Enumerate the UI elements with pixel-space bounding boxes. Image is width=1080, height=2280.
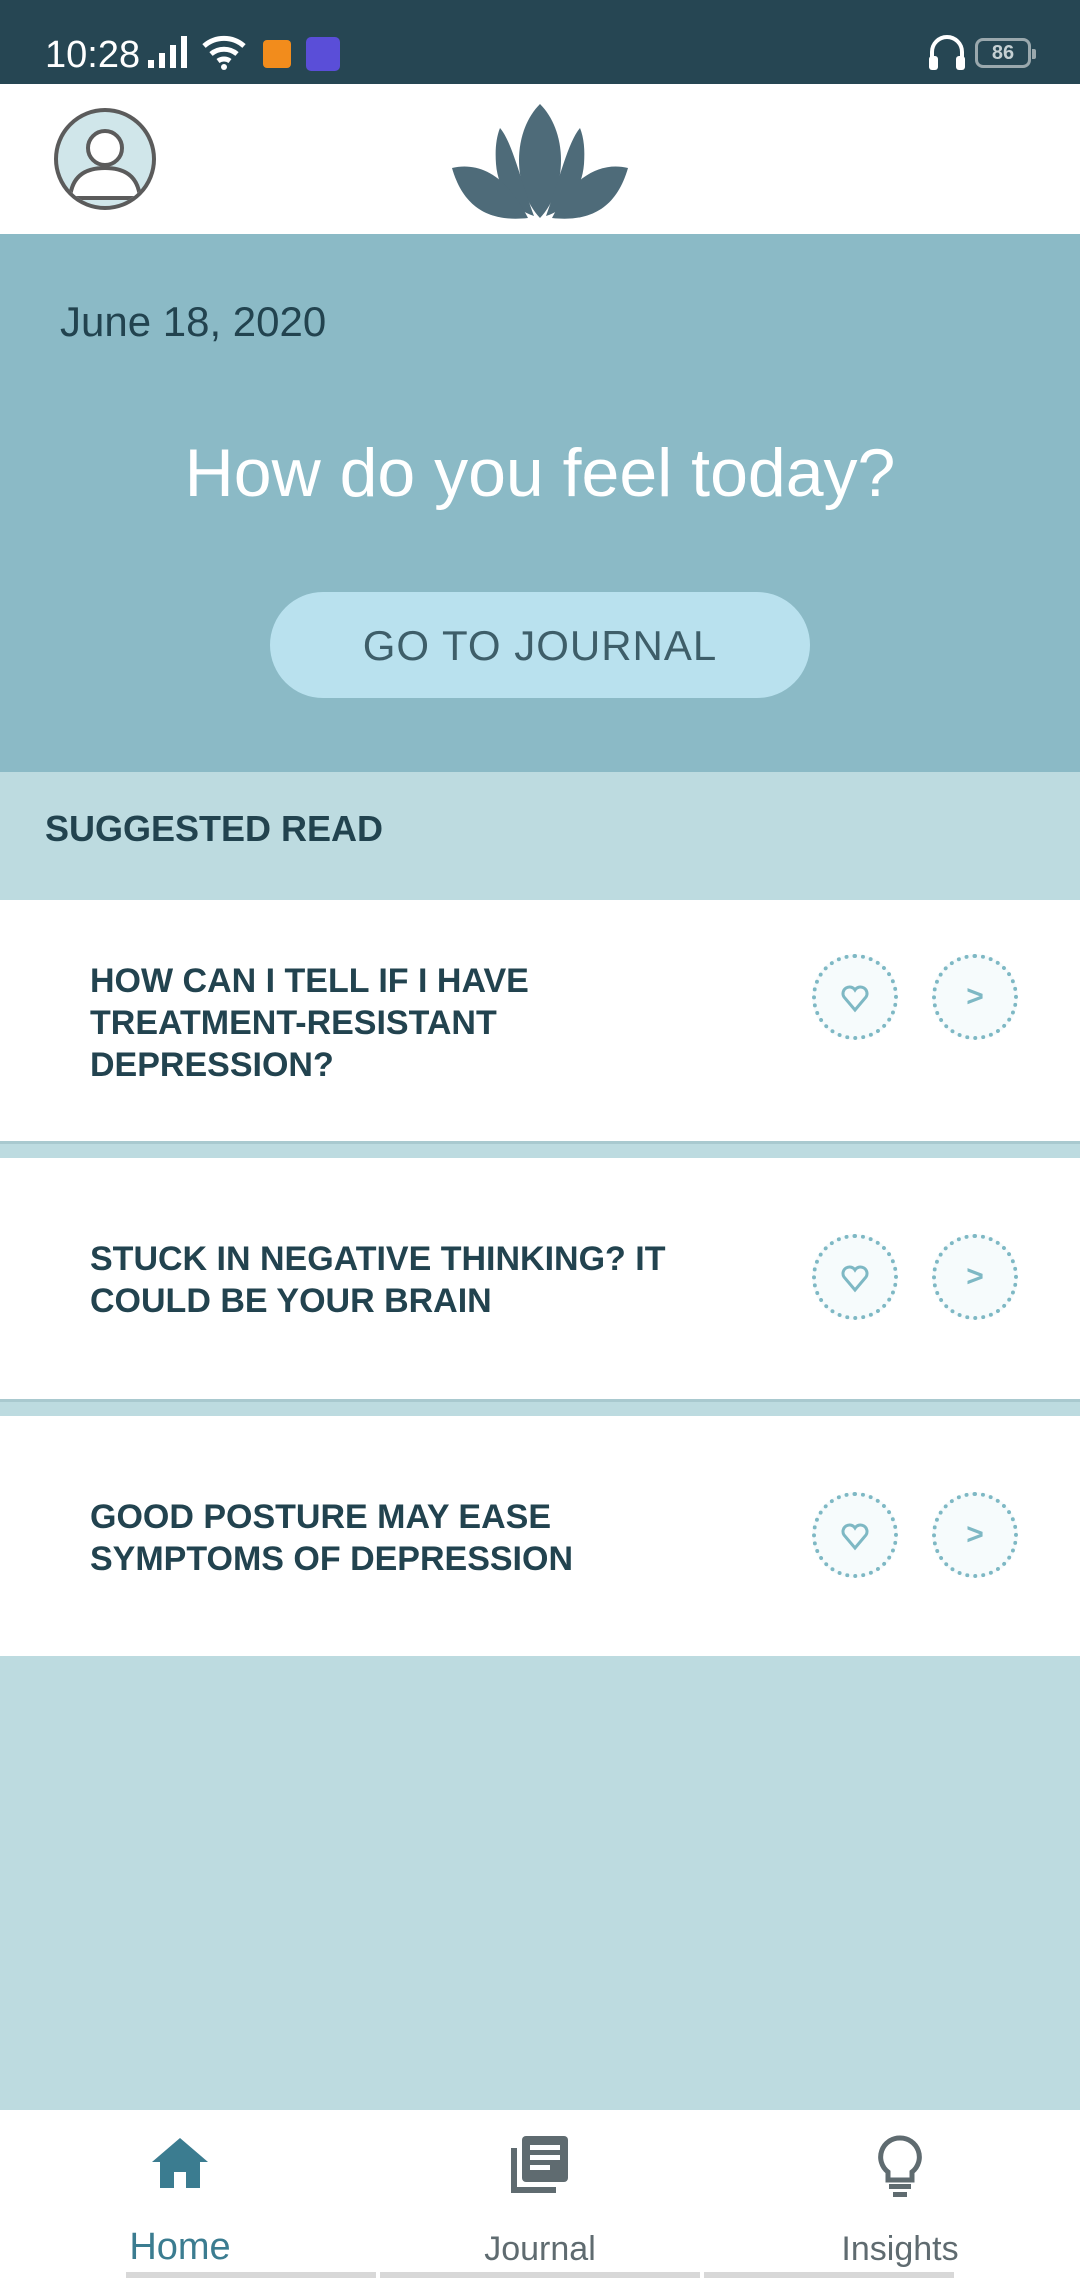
open-article-button[interactable]: >	[932, 1492, 1018, 1578]
article-title: GOOD POSTURE MAY EASE SYMPTOMS OF DEPRES…	[90, 1496, 710, 1580]
article-title-line: STUCK IN NEGATIVE THINKING? IT	[90, 1240, 666, 1278]
section-title: SUGGESTED READ	[45, 808, 384, 849]
heart-icon	[841, 1265, 869, 1293]
favorite-button[interactable]	[812, 1234, 898, 1320]
article-title-line: COULD BE YOUR BRAIN	[90, 1282, 492, 1320]
article-title-line: DEPRESSION?	[90, 1046, 334, 1084]
user-avatar-icon[interactable]	[54, 108, 156, 210]
lotus-logo-icon	[452, 104, 628, 219]
app-header	[0, 84, 1080, 234]
signal-icon	[148, 36, 187, 68]
wifi-icon	[202, 35, 246, 70]
article-card[interactable]: GOOD POSTURE MAY EASE SYMPTOMS OF DEPRES…	[0, 1416, 1080, 1656]
suggested-read-section: SUGGESTED READ	[0, 772, 1080, 886]
heart-icon	[841, 1523, 869, 1551]
home-icon	[152, 2138, 208, 2188]
journal-icon	[511, 2136, 568, 2193]
article-title: HOW CAN I TELL IF I HAVE TREATMENT-RESIS…	[90, 960, 710, 1086]
current-date: June 18, 2020	[60, 298, 327, 345]
article-title-line: HOW CAN I TELL IF I HAVE	[90, 962, 529, 1000]
bottom-navigation: Home Journal Insights	[0, 2110, 1080, 2280]
article-title-line: TREATMENT-RESISTANT	[90, 1004, 497, 1042]
heart-icon	[841, 985, 869, 1013]
app-notification-icon	[263, 40, 291, 68]
favorite-button[interactable]	[812, 954, 898, 1040]
article-title: STUCK IN NEGATIVE THINKING? IT COULD BE …	[90, 1238, 710, 1322]
open-article-button[interactable]: >	[932, 1234, 1018, 1320]
battery-icon: 86	[975, 38, 1036, 68]
headset-icon	[929, 35, 965, 70]
nav-indicator	[380, 2272, 700, 2278]
status-bar: 10:28 86	[0, 0, 1080, 84]
lightbulb-icon	[878, 2135, 922, 2197]
nav-label-home: Home	[129, 2226, 231, 2268]
status-time: 10:28	[45, 34, 141, 76]
nav-item-home[interactable]: Home	[0, 2110, 360, 2280]
nav-label-insights: Insights	[841, 2230, 959, 2268]
app-notification-icon	[306, 37, 340, 71]
article-title-line: SYMPTOMS OF DEPRESSION	[90, 1540, 574, 1578]
go-to-journal-button[interactable]: GO TO JOURNAL	[270, 592, 810, 698]
user-silhouette-icon	[67, 129, 143, 200]
nav-label-journal: Journal	[484, 2230, 596, 2268]
nav-item-insights[interactable]: Insights	[720, 2110, 1080, 2280]
mood-question: How do you feel today?	[184, 435, 896, 511]
nav-item-journal[interactable]: Journal	[360, 2110, 720, 2280]
article-card[interactable]: STUCK IN NEGATIVE THINKING? IT COULD BE …	[0, 1158, 1080, 1402]
nav-indicator	[704, 2272, 954, 2278]
nav-indicator	[126, 2272, 376, 2278]
open-article-button[interactable]: >	[932, 954, 1018, 1040]
mood-hero: June 18, 2020 How do you feel today? GO …	[0, 234, 1080, 772]
favorite-button[interactable]	[812, 1492, 898, 1578]
article-card[interactable]: HOW CAN I TELL IF I HAVE TREATMENT-RESIS…	[0, 900, 1080, 1144]
article-title-line: GOOD POSTURE MAY EASE	[90, 1498, 551, 1536]
